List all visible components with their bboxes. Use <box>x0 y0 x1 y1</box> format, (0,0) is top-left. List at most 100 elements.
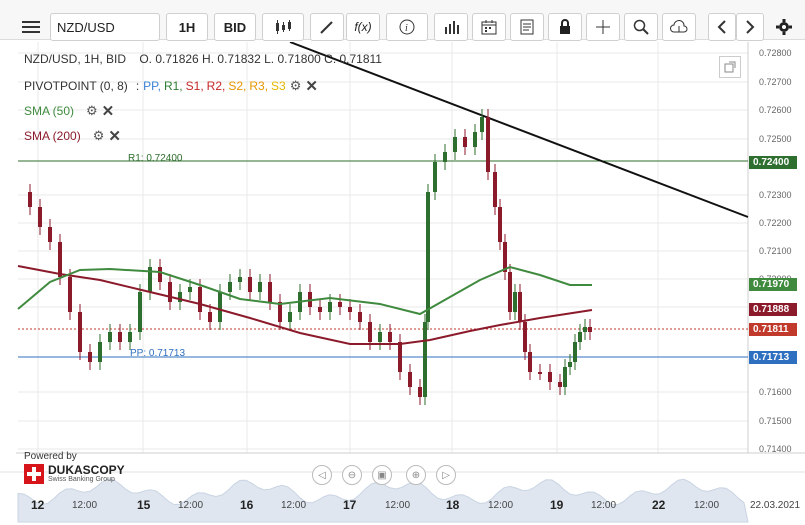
pivot-sep: : <box>135 79 140 93</box>
x-axis-label: 19 <box>550 498 564 512</box>
y-axis-label: 0.72600 <box>759 105 792 115</box>
candle-body <box>48 227 52 242</box>
candle-body <box>426 192 430 322</box>
scroll-left-icon[interactable]: ◁ <box>312 465 332 485</box>
candle-body <box>523 322 527 352</box>
draw-pencil-icon[interactable] <box>310 13 344 41</box>
pivot-level-2: S1, <box>185 79 204 93</box>
y-axis-label: 0.72500 <box>759 134 792 144</box>
candle-body <box>78 312 82 352</box>
pivot-level-4: S2, <box>228 79 247 93</box>
sma50-close-icon[interactable]: ✕ <box>102 102 115 120</box>
timeframe-selector[interactable]: 1H <box>166 13 208 41</box>
price-chart[interactable] <box>0 42 805 525</box>
zoom-out-icon[interactable]: ⊖ <box>342 465 362 485</box>
x-axis-label: 12:00 <box>72 500 98 511</box>
candle-body <box>128 332 132 342</box>
candlestick-icon[interactable] <box>262 13 304 41</box>
navigator-series <box>17 478 749 523</box>
settings-gear-icon[interactable] <box>770 13 798 41</box>
candle-body <box>138 292 142 332</box>
pivot-level-1: R1, <box>163 79 183 93</box>
y-axis-label: 0.71400 <box>759 444 792 454</box>
document-icon[interactable] <box>510 13 544 41</box>
chart-area[interactable]: NZD/USD, 1H, BID O. 0.71826 H. 0.71832 L… <box>0 42 805 525</box>
x-axis-label: 12:00 <box>488 500 514 511</box>
candle-body <box>473 132 477 147</box>
price-type-selector[interactable]: BID <box>214 13 256 41</box>
bar-chart-icon[interactable] <box>434 13 468 41</box>
reset-zoom-icon[interactable]: ▣ <box>372 465 392 485</box>
candle-body <box>188 287 192 292</box>
x-axis-label: 17 <box>343 498 357 512</box>
lock-icon[interactable] <box>548 13 582 41</box>
symbol-selector[interactable]: NZD/USD <box>50 13 160 41</box>
candle-body <box>348 307 352 312</box>
y-axis-label: 0.72200 <box>759 218 792 228</box>
candle-body <box>463 137 467 147</box>
ohlc-legend: NZD/USD, 1H, BID O. 0.71826 H. 0.71832 L… <box>24 52 382 66</box>
pivot-close-icon[interactable]: ✕ <box>305 77 318 95</box>
pivot-level-0: PP, <box>143 79 161 93</box>
candle-body <box>513 292 517 312</box>
candle-body <box>568 362 572 367</box>
candle-body <box>378 332 382 342</box>
candle-body <box>398 342 402 372</box>
svg-text:i: i <box>405 23 408 34</box>
arrow-right-icon[interactable] <box>736 13 764 41</box>
candle-body <box>518 292 522 322</box>
candle-body <box>443 152 447 162</box>
calendar-icon[interactable] <box>472 13 506 41</box>
candle-body <box>358 312 362 322</box>
y-axis-label: 0.72300 <box>759 190 792 200</box>
candle-body <box>423 322 427 397</box>
candle-body <box>118 332 122 342</box>
indicators-button[interactable]: f(x) <box>346 13 380 41</box>
sma200-legend: SMA (200) ⚙ ✕ <box>24 127 121 145</box>
candle-body <box>28 192 32 207</box>
price-tag: 0.71970 <box>749 278 797 291</box>
info-icon[interactable]: i <box>386 13 428 41</box>
x-axis-label: 12:00 <box>591 500 617 511</box>
menu-icon[interactable] <box>14 13 48 41</box>
sma50-settings-gear-icon[interactable]: ⚙ <box>86 103 98 119</box>
powered-by-text: Powered by <box>24 451 77 462</box>
candle-body <box>68 277 72 312</box>
y-axis-label: 0.71600 <box>759 387 792 397</box>
swiss-cross-icon <box>24 464 44 484</box>
pivot-name: PIVOTPOINT (0, 8) <box>24 79 128 93</box>
candle-body <box>388 332 392 342</box>
candle-body <box>408 372 412 387</box>
sma200-line <box>17 265 593 345</box>
dukascopy-logo: DUKASCOPY Swiss Banking Group <box>24 464 125 484</box>
upload-cloud-icon[interactable] <box>662 13 696 41</box>
fullscreen-icon[interactable] <box>719 56 741 78</box>
y-axis-label: 0.71500 <box>759 416 792 426</box>
candle-body <box>108 332 112 342</box>
candle-body <box>588 327 592 332</box>
price-tag: 0.71888 <box>749 303 797 316</box>
zoom-in-icon[interactable]: ⊕ <box>406 465 426 485</box>
y-axis-label: 0.72800 <box>759 48 792 58</box>
sma50-label: SMA (50) <box>24 104 75 118</box>
scroll-right-icon[interactable]: ▷ <box>436 465 456 485</box>
candle-body <box>508 272 512 312</box>
candle-body <box>328 302 332 312</box>
trend-line[interactable] <box>289 42 749 218</box>
candle-body <box>208 312 212 322</box>
zoom-icon[interactable] <box>624 13 658 41</box>
candle-body <box>453 137 457 152</box>
pivot-settings-gear-icon[interactable]: ⚙ <box>290 78 302 94</box>
price-tag: 0.72400 <box>749 156 797 169</box>
sma200-close-icon[interactable]: ✕ <box>108 127 121 145</box>
toolbar: NZD/USD 1H BID f(x) i <box>0 0 805 41</box>
sma200-settings-gear-icon[interactable]: ⚙ <box>93 128 105 144</box>
pivot-level-3: R2, <box>206 79 226 93</box>
candle-body <box>480 117 484 132</box>
brand-name: DUKASCOPY <box>48 463 125 477</box>
arrow-left-icon[interactable] <box>708 13 736 41</box>
candle-body <box>558 382 562 387</box>
r1-level-label: R1: 0.72400 <box>128 153 183 164</box>
candle-body <box>288 312 292 322</box>
crosshair-icon[interactable] <box>586 13 620 41</box>
